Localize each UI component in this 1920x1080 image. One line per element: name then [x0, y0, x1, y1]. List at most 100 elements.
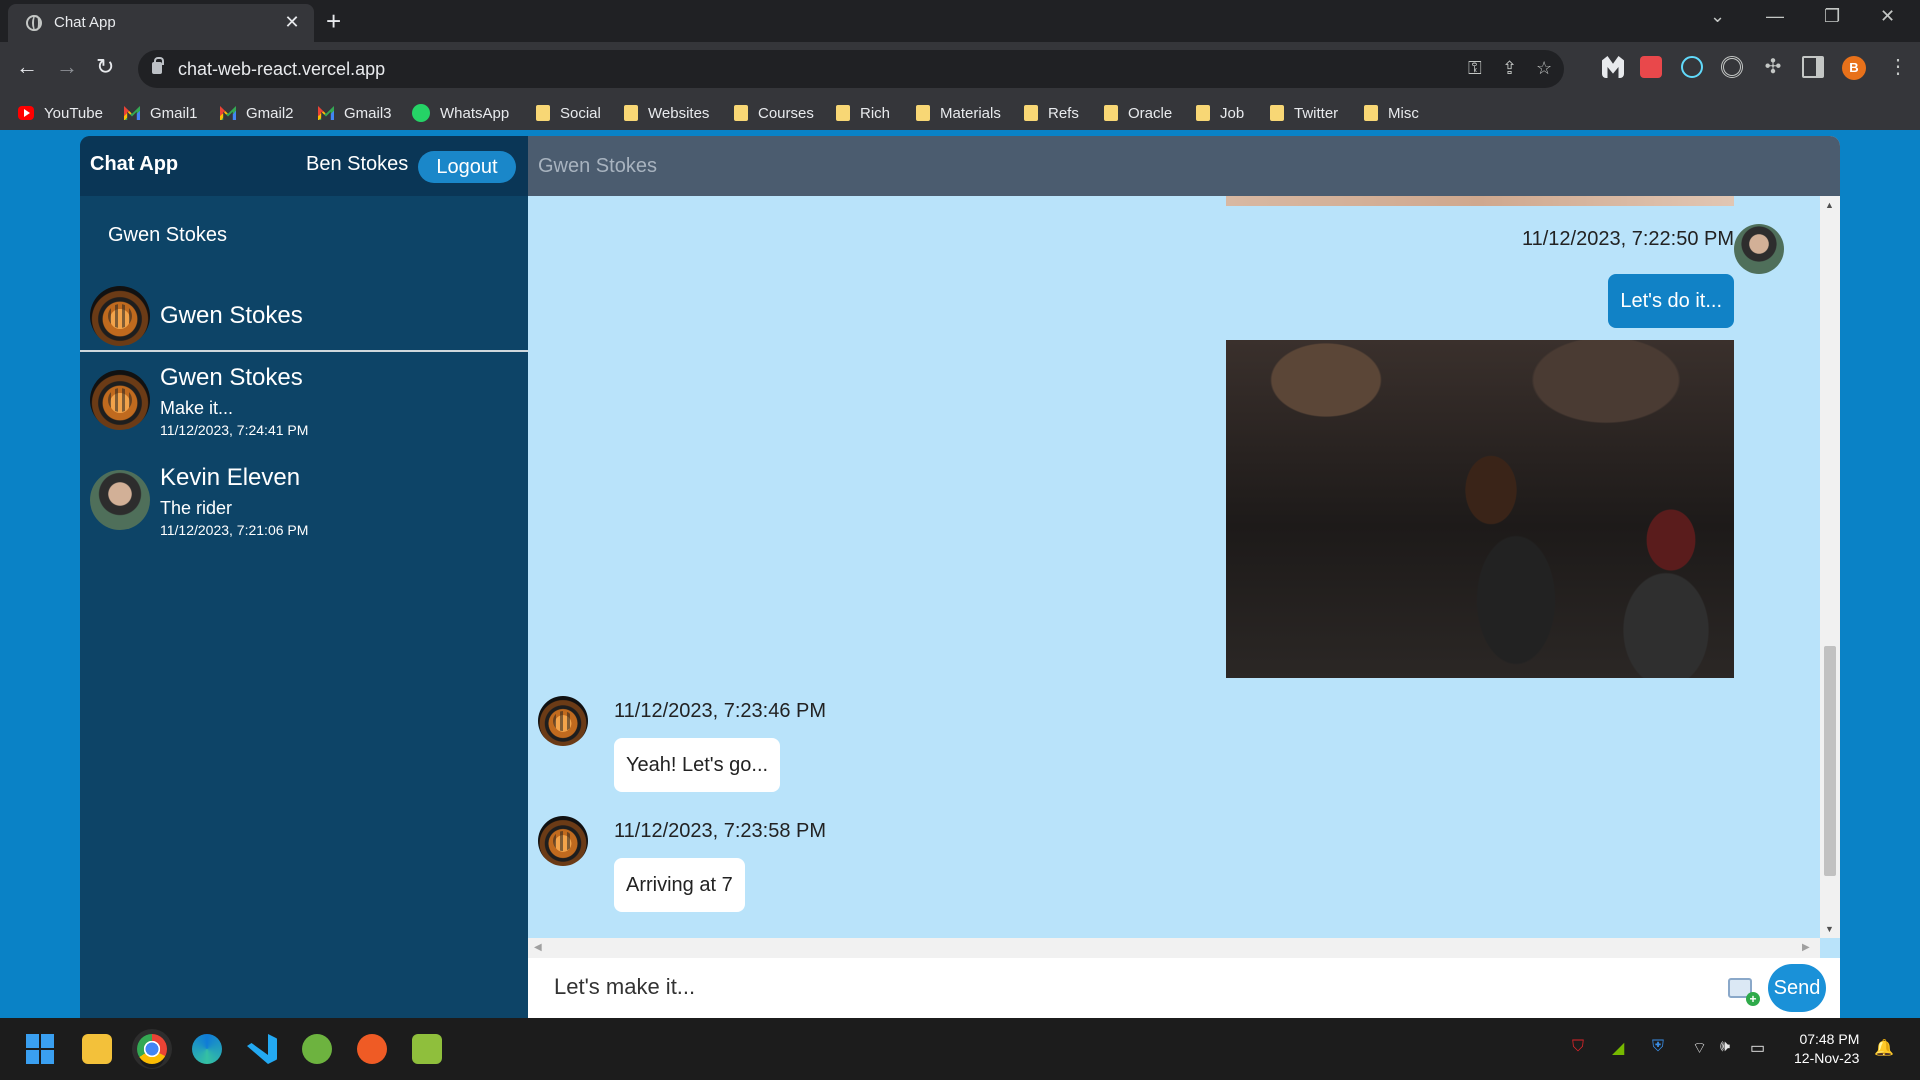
message-input[interactable] — [554, 974, 1654, 1000]
lock-icon[interactable] — [152, 57, 164, 74]
bookmark-twitter[interactable]: Twitter — [1270, 103, 1338, 123]
incoming-message[interactable]: Arriving at 7 — [614, 858, 745, 912]
mcafee-tray-icon[interactable]: ⛉ — [1572, 1038, 1584, 1056]
notepad-icon[interactable] — [412, 1034, 442, 1064]
new-tab-button[interactable]: + — [326, 6, 341, 36]
file-explorer-icon[interactable] — [82, 1034, 112, 1064]
bookmark-oracle[interactable]: Oracle — [1104, 103, 1172, 123]
bookmark-gmail1[interactable]: Gmail1 — [124, 103, 198, 123]
scrollbar-thumb[interactable] — [1824, 646, 1836, 876]
scroll-left-arrow[interactable]: ◀ — [534, 942, 542, 953]
logout-button[interactable]: Logout — [418, 151, 516, 183]
folder-icon — [1104, 105, 1118, 121]
forward-icon[interactable]: → — [56, 54, 78, 80]
windows-start-icon[interactable] — [26, 1034, 56, 1064]
image-message-partial[interactable] — [1226, 196, 1734, 206]
message-timestamp: 11/12/2023, 7:23:58 PM — [614, 820, 827, 842]
browser-tabstrip: Chat App ✕ + ⌄ — ❐ ✕ — [0, 0, 1920, 42]
pocket-extension-icon[interactable] — [1640, 56, 1662, 78]
sender-avatar — [1734, 224, 1784, 274]
sidebar: Chat App Ben Stokes Logout Gwen Stokes G… — [80, 136, 528, 1018]
bookmarks-bar: YouTube Gmail1 Gmail2 Gmail3 WhatsApp Social W… — [0, 96, 1920, 130]
chrome-icon[interactable] — [137, 1034, 167, 1064]
wifi-icon[interactable]: ⌔ — [1692, 1038, 1707, 1058]
image-message[interactable] — [1226, 340, 1734, 678]
conversation-item[interactable]: Gwen Stokes Make it... 11/12/2023, 7:24:… — [80, 360, 528, 452]
scroll-down-arrow[interactable]: ▼ — [1825, 924, 1834, 934]
bookmark-label: Courses — [758, 104, 814, 122]
back-icon[interactable]: ← — [16, 54, 38, 80]
reload-icon[interactable]: ↻ — [96, 54, 114, 80]
star-icon[interactable]: ☆ — [1536, 58, 1552, 79]
bookmark-misc[interactable]: Misc — [1364, 103, 1419, 123]
bookmark-job[interactable]: Job — [1196, 103, 1244, 123]
bookmark-social[interactable]: Social — [536, 103, 601, 123]
key-icon[interactable]: ⚿ — [1468, 58, 1482, 79]
restore-icon[interactable]: ❐ — [1824, 6, 1840, 27]
bookmark-gmail2[interactable]: Gmail2 — [220, 103, 294, 123]
extension-target-icon[interactable] — [1721, 56, 1743, 78]
nvidia-tray-icon[interactable]: ◢ — [1612, 1038, 1624, 1058]
notification-bell-icon[interactable]: 🔔 — [1874, 1038, 1894, 1058]
bookmark-youtube[interactable]: YouTube — [18, 103, 103, 123]
bookmark-label: Misc — [1388, 104, 1419, 122]
malwarebytes-extension-icon[interactable] — [1602, 56, 1624, 78]
edge-icon[interactable] — [192, 1034, 222, 1064]
outgoing-message[interactable]: Let's do it... — [1608, 274, 1734, 328]
bookmark-label: Social — [560, 104, 601, 122]
profile-avatar[interactable]: B — [1842, 56, 1866, 80]
chat-app: Chat App Ben Stokes Logout Gwen Stokes G… — [80, 136, 1840, 1018]
menu-kebab-icon[interactable]: ⋮ — [1888, 54, 1908, 79]
share-icon[interactable]: ⇪ — [1502, 58, 1517, 79]
bookmark-label: Websites — [648, 104, 710, 122]
bookmark-rich[interactable]: Rich — [836, 103, 890, 123]
horizontal-scrollbar[interactable]: ◀ ▶ — [528, 938, 1820, 958]
extensions-puzzle-icon[interactable]: ✣ — [1762, 56, 1784, 78]
scroll-right-arrow[interactable]: ▶ — [1802, 942, 1810, 953]
minimize-icon[interactable]: — — [1766, 6, 1784, 27]
url-text[interactable]: chat-web-react.vercel.app — [178, 59, 385, 80]
vertical-scrollbar[interactable]: ▲ ▼ — [1820, 196, 1840, 938]
bookmark-label: Refs — [1048, 104, 1079, 122]
selected-contact[interactable]: Gwen Stokes — [80, 280, 528, 352]
chat-peer-name: Gwen Stokes — [538, 155, 657, 177]
bookmark-label: Rich — [860, 104, 891, 122]
folder-icon — [734, 105, 748, 121]
message-list[interactable]: 11/12/2023, 7:22:50 PM Let's do it... 11… — [528, 196, 1820, 938]
scroll-up-arrow[interactable]: ▲ — [1825, 200, 1834, 210]
bookmark-label: WhatsApp — [440, 104, 510, 122]
send-button[interactable]: Send — [1768, 964, 1826, 1012]
close-tab-icon[interactable]: ✕ — [280, 10, 304, 34]
battery-icon[interactable]: ▭ — [1750, 1038, 1765, 1058]
security-tray-icon[interactable]: ⛨ — [1652, 1038, 1664, 1056]
folder-icon — [836, 105, 850, 121]
vscode-icon[interactable] — [247, 1034, 277, 1064]
search-result-item[interactable]: Gwen Stokes — [108, 224, 227, 247]
incoming-message[interactable]: Yeah! Let's go... — [614, 738, 781, 792]
bookmark-label: YouTube — [44, 104, 103, 122]
bookmark-gmail3[interactable]: Gmail3 — [318, 103, 392, 123]
whatsapp-icon — [412, 104, 430, 122]
browser-tab[interactable]: Chat App ✕ — [8, 4, 314, 42]
globe-icon — [26, 15, 42, 31]
close-window-icon[interactable]: ✕ — [1880, 6, 1895, 27]
bookmark-courses[interactable]: Courses — [734, 103, 814, 123]
message-timestamp: 11/12/2023, 7:22:50 PM — [1521, 228, 1734, 250]
windows-taskbar: ⛉ ◢ ⛨ ⌔ 🕪 ▭ 07:48 PM 12-Nov-23 🔔 — [0, 1018, 1920, 1080]
spring-tool-icon[interactable] — [302, 1034, 332, 1064]
bookmark-refs[interactable]: Refs — [1024, 103, 1079, 123]
tab-search-icon[interactable]: ⌄ — [1710, 6, 1725, 27]
address-bar[interactable]: chat-web-react.vercel.app ⚿ ⇪ ☆ — [138, 50, 1564, 88]
bookmark-materials[interactable]: Materials — [916, 103, 1001, 123]
postman-icon[interactable] — [357, 1034, 387, 1064]
volume-icon[interactable]: 🕪 — [1720, 1038, 1730, 1056]
bookmark-websites[interactable]: Websites — [624, 103, 709, 123]
system-clock[interactable]: 07:48 PM 12-Nov-23 — [1794, 1030, 1859, 1068]
bookmark-whatsapp[interactable]: WhatsApp — [412, 103, 509, 123]
side-panel-icon[interactable] — [1802, 56, 1824, 78]
conversation-name: Gwen Stokes — [160, 364, 303, 391]
attach-image-icon[interactable] — [1728, 978, 1760, 1006]
conversation-item[interactable]: Kevin Eleven The rider 11/12/2023, 7:21:… — [80, 460, 528, 552]
gmail-icon — [124, 106, 140, 120]
react-devtools-icon[interactable] — [1681, 56, 1703, 78]
